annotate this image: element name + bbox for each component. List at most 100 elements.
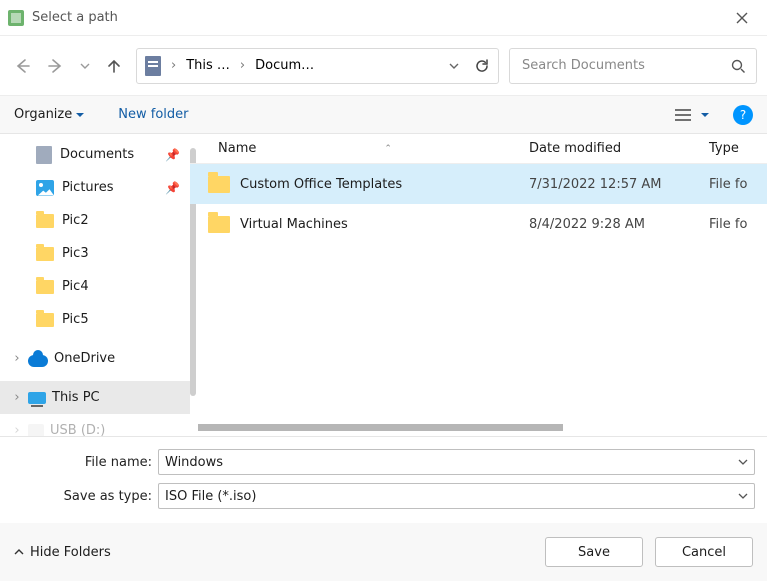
col-date[interactable]: Date modified — [529, 141, 709, 156]
help-button[interactable]: ? — [733, 105, 753, 125]
toolbar: Organize New folder ? — [0, 96, 767, 134]
pin-icon: 📌 — [165, 181, 180, 195]
file-name: Virtual Machines — [240, 217, 348, 232]
close-button[interactable] — [725, 7, 759, 29]
arrow-left-icon — [13, 57, 31, 75]
sort-asc-icon: ⌃ — [384, 144, 392, 154]
tree-item-usb[interactable]: › USB (D:) — [0, 414, 190, 436]
horizontal-scrollbar[interactable] — [198, 424, 759, 436]
hide-folders-label: Hide Folders — [30, 545, 111, 560]
file-row[interactable]: Custom Office Templates 7/31/2022 12:57 … — [190, 164, 767, 204]
filename-label: File name: — [12, 455, 152, 470]
arrow-up-icon — [105, 57, 123, 75]
app-icon — [8, 10, 24, 26]
pictures-icon — [36, 180, 54, 196]
tree-label: Pic5 — [62, 312, 89, 327]
address-bar[interactable]: › This … › Docum… — [136, 48, 499, 84]
tree-item-this-pc[interactable]: › This PC — [0, 381, 190, 414]
tree-label: Pic3 — [62, 246, 89, 261]
file-type: File fo — [709, 177, 767, 192]
col-type[interactable]: Type — [709, 141, 767, 156]
tree-item-pic5[interactable]: Pic5 — [0, 303, 190, 336]
recent-locations-button[interactable] — [78, 50, 92, 82]
search-icon — [730, 58, 746, 74]
breadcrumb-sep: › — [240, 58, 245, 73]
tree-label: Documents — [60, 147, 134, 162]
tree-label: Pic4 — [62, 279, 89, 294]
chevron-up-icon — [14, 547, 24, 557]
breadcrumb-sep: › — [171, 58, 176, 73]
close-icon — [735, 11, 749, 25]
view-menu[interactable] — [675, 109, 709, 121]
chevron-down-icon — [80, 61, 90, 71]
file-row[interactable]: Virtual Machines 8/4/2022 9:28 AM File f… — [190, 204, 767, 244]
breadcrumb-seg-2[interactable]: Docum… — [255, 58, 314, 73]
cancel-button[interactable]: Cancel — [655, 537, 753, 567]
tree-label: This PC — [52, 390, 100, 405]
organize-label: Organize — [14, 107, 72, 122]
tree-label: OneDrive — [54, 351, 115, 366]
arrow-right-icon — [47, 57, 65, 75]
pin-icon: 📌 — [165, 148, 180, 162]
chevron-right-icon[interactable]: › — [12, 390, 22, 405]
list-view-icon — [675, 109, 691, 121]
window-title: Select a path — [32, 10, 118, 25]
organize-menu[interactable]: Organize — [14, 107, 84, 122]
savetype-value: ISO File (*.iso) — [165, 489, 738, 504]
tree-label: Pic2 — [62, 213, 89, 228]
tree-item-pic2[interactable]: Pic2 — [0, 204, 190, 237]
chevron-right-icon[interactable]: › — [12, 351, 22, 366]
footer: Hide Folders Save Cancel — [0, 523, 767, 581]
search-input[interactable] — [520, 57, 730, 74]
caret-down-icon — [701, 111, 709, 119]
savetype-combo[interactable]: ISO File (*.iso) — [158, 483, 755, 509]
save-fields: File name: Windows Save as type: ISO Fil… — [0, 436, 767, 523]
folder-icon — [208, 176, 230, 193]
file-type: File fo — [709, 217, 767, 232]
back-button[interactable] — [10, 50, 34, 82]
drive-icon — [28, 424, 44, 437]
tree-item-pic4[interactable]: Pic4 — [0, 270, 190, 303]
forward-button[interactable] — [44, 50, 68, 82]
document-icon — [36, 146, 52, 164]
file-date: 8/4/2022 9:28 AM — [529, 217, 709, 232]
folder-icon — [36, 214, 54, 228]
filename-combo[interactable]: Windows — [158, 449, 755, 475]
tree-item-onedrive[interactable]: › OneDrive — [0, 342, 190, 375]
chevron-down-icon[interactable] — [738, 457, 748, 467]
cloud-icon — [28, 355, 48, 367]
folder-icon — [36, 280, 54, 294]
file-list: Name ⌃ Date modified Type Custom Office T… — [190, 134, 767, 436]
chevron-right-icon[interactable]: › — [12, 423, 22, 436]
tree-item-pictures[interactable]: Pictures 📌 — [0, 171, 190, 204]
up-button[interactable] — [102, 50, 126, 82]
file-name: Custom Office Templates — [240, 177, 402, 192]
tree-label: Pictures — [62, 180, 113, 195]
title-bar: Select a path — [0, 0, 767, 36]
folder-icon — [208, 216, 230, 233]
document-icon — [145, 56, 161, 76]
savetype-label: Save as type: — [12, 489, 152, 504]
file-date: 7/31/2022 12:57 AM — [529, 177, 709, 192]
folder-icon — [36, 247, 54, 261]
search-box[interactable] — [509, 48, 757, 84]
nav-bar: › This … › Docum… — [0, 36, 767, 96]
col-name[interactable]: Name — [218, 141, 256, 156]
tree-item-documents[interactable]: Documents 📌 — [0, 138, 190, 171]
chevron-down-icon[interactable] — [738, 491, 748, 501]
folder-tree[interactable]: Documents 📌 Pictures 📌 Pic2 Pic3 Pic4 Pic5… — [0, 134, 190, 436]
caret-down-icon — [76, 111, 84, 119]
chevron-down-icon[interactable] — [448, 60, 460, 72]
refresh-icon[interactable] — [474, 58, 490, 74]
folder-icon — [36, 313, 54, 327]
save-button[interactable]: Save — [545, 537, 643, 567]
tree-item-pic3[interactable]: Pic3 — [0, 237, 190, 270]
column-headers[interactable]: Name ⌃ Date modified Type — [190, 134, 767, 164]
new-folder-button[interactable]: New folder — [118, 107, 188, 122]
breadcrumb-seg-1[interactable]: This … — [186, 58, 230, 73]
hide-folders-button[interactable]: Hide Folders — [14, 545, 111, 560]
body: Documents 📌 Pictures 📌 Pic2 Pic3 Pic4 Pic5… — [0, 134, 767, 436]
scrollbar-thumb[interactable] — [198, 424, 563, 431]
pc-icon — [28, 392, 46, 404]
tree-label: USB (D:) — [50, 423, 105, 436]
